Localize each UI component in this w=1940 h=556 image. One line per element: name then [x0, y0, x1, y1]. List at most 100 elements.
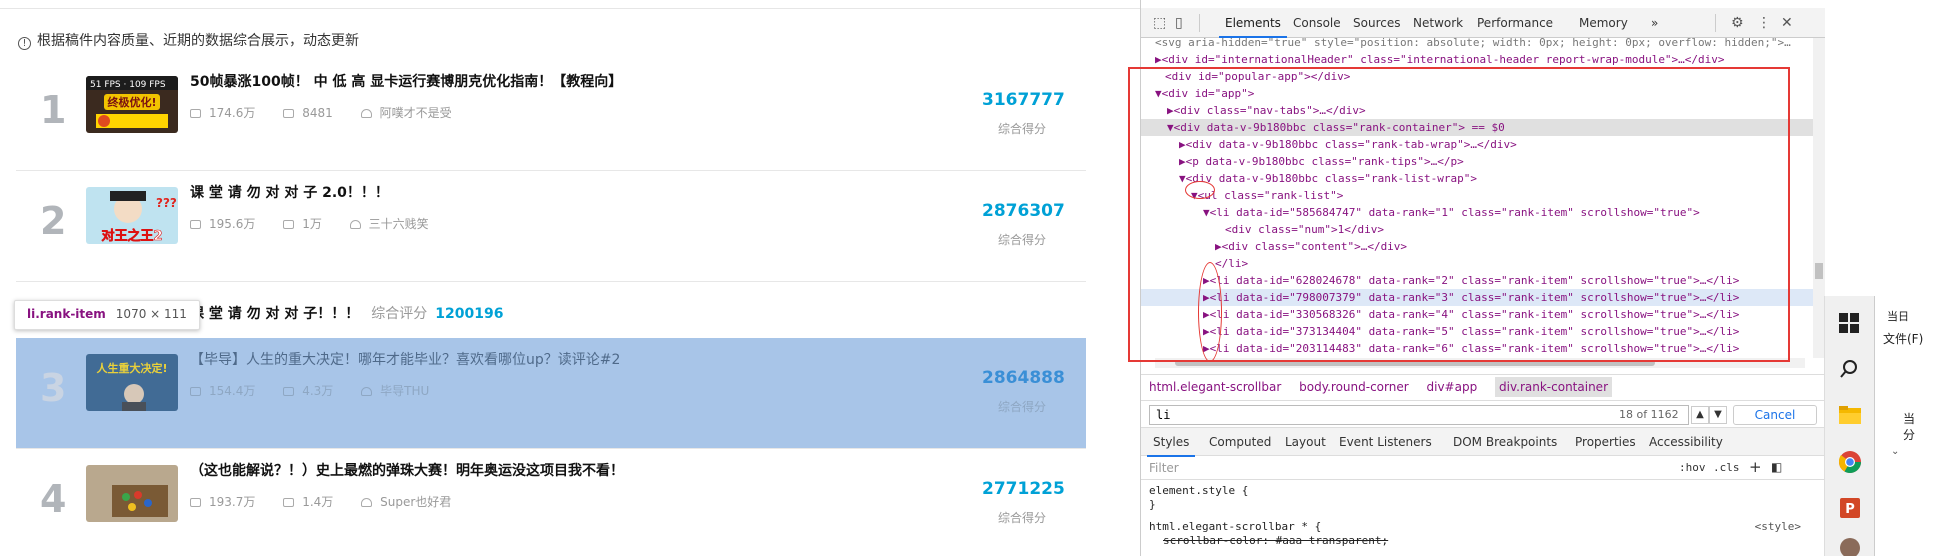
dom-node[interactable]: ▼<ul class="rank-list"> [1141, 187, 1813, 204]
chevron-down-icon[interactable]: ⌄ [1891, 446, 1899, 457]
tab-performance[interactable]: Performance [1477, 16, 1553, 30]
play-count-icon [190, 387, 201, 396]
search-next-button[interactable]: ▼ [1709, 406, 1727, 424]
score-label: 综合得分 [997, 400, 1046, 414]
composite-score: 3167777 [982, 90, 1065, 110]
video-thumbnail[interactable]: 人生重大决定! [86, 354, 178, 411]
styles-filter-bar: Filter :hov .cls + ◧ [1141, 456, 1825, 480]
dom-node[interactable]: ▶<li data-id="373134404" data-rank="5" c… [1141, 323, 1813, 340]
toggle-sidebar-icon[interactable]: ◧ [1771, 460, 1782, 474]
search-prev-button[interactable]: ▲ [1691, 406, 1709, 424]
play-count: 193.7万 [209, 495, 256, 509]
dom-node[interactable]: ▶<li data-id="330568326" data-rank="4" c… [1141, 306, 1813, 323]
rank-item[interactable]: 2 ??? 对王之王2 课 堂 请 勿 对 对 子 2.0！！！ 195.6万 … [16, 171, 1086, 282]
breadcrumb-item-active[interactable]: div.rank-container [1495, 377, 1612, 397]
breadcrumb-item[interactable]: div#app [1427, 380, 1478, 394]
danmaku-icon [283, 109, 295, 118]
element-style-rule[interactable]: element.style { [1149, 484, 1248, 497]
dom-node[interactable]: <div id="popular-app"></div> [1141, 68, 1813, 85]
up-icon [361, 498, 373, 507]
author-name[interactable]: 毕导THU [380, 384, 429, 398]
file-explorer-icon[interactable] [1838, 404, 1862, 428]
dom-node[interactable]: ▶<div class="nav-tabs">…</div> [1141, 102, 1813, 119]
play-count: 174.6万 [209, 106, 256, 120]
close-icon[interactable]: ✕ [1781, 15, 1793, 31]
file-menu[interactable]: 文件(F) [1883, 330, 1923, 347]
composite-score: 2771225 [982, 479, 1065, 499]
floating-title[interactable]: 课 堂 请 勿 对 对 子！！！ [190, 306, 359, 322]
dom-node-selected[interactable]: ▼<div data-v-9b180bbc class="rank-contai… [1141, 119, 1813, 136]
settings-gear-icon[interactable]: ⚙ [1731, 15, 1744, 31]
breadcrumb-item[interactable]: body.round-corner [1299, 380, 1409, 394]
video-title[interactable]: 50帧暴涨100帧！ 中 低 高 显卡运行赛博朋克优化指南！【教程向】 [190, 71, 622, 91]
dom-tree: <svg aria-hidden="true" style="position:… [1141, 38, 1813, 358]
dom-node[interactable]: </li> [1141, 255, 1813, 272]
dom-tree-hscrollbar[interactable] [1155, 358, 1805, 368]
tab-sources[interactable]: Sources [1353, 16, 1400, 30]
author-name[interactable]: Super也好君 [380, 495, 451, 509]
styles-filter-input[interactable]: Filter [1149, 461, 1179, 475]
powerpoint-icon[interactable]: P [1838, 496, 1862, 520]
video-title[interactable]: （这也能解说？！）史上最燃的弹珠大赛！明年奥运没这项目我不看！ [190, 460, 624, 480]
dom-node[interactable]: ▶<li data-id="203114483" data-rank="6" c… [1141, 340, 1813, 357]
subtab-layout[interactable]: Layout [1285, 435, 1326, 449]
subtab-properties[interactable]: Properties [1575, 435, 1636, 449]
windows-taskbar: P [1824, 296, 1874, 556]
author-name[interactable]: 阿噗才不是受 [380, 106, 452, 120]
dom-node[interactable]: ▶<p data-v-9b180bbc class="rank-tips">…<… [1141, 153, 1813, 170]
video-thumbnail[interactable] [86, 465, 178, 522]
video-thumbnail[interactable]: ??? 对王之王2 [86, 187, 178, 244]
subtab-event-listeners[interactable]: Event Listeners [1339, 435, 1432, 449]
floating-rank-row[interactable]: 课 堂 请 勿 对 对 子！！！ 综合评分 1200196 [190, 303, 503, 323]
tab-console[interactable]: Console [1293, 16, 1341, 30]
rank-item-highlighted[interactable]: 3 人生重大决定! 【毕导】人生的重大决定！哪年才能毕业？喜欢看哪位up？读评论… [16, 338, 1086, 449]
dom-node[interactable]: ▶<li data-id="628024678" data-rank="2" c… [1141, 272, 1813, 289]
rank-tips: ! 根据稿件内容质量、近期的数据综合展示，动态更新 [18, 30, 359, 50]
comment-count: 1.4万 [302, 495, 334, 509]
subtab-computed[interactable]: Computed [1209, 435, 1271, 449]
devtools-panel: ⬚ ▯ Elements Console Sources Network Per… [1140, 0, 1825, 556]
dom-node[interactable]: ▶<div id="internationalHeader" class="in… [1141, 51, 1813, 68]
video-title[interactable]: 课 堂 请 勿 对 对 子 2.0！！！ [190, 182, 389, 202]
video-title[interactable]: 【毕导】人生的重大决定！哪年才能毕业？喜欢看哪位up？读评论#2 [190, 349, 620, 369]
tab-memory[interactable]: Memory [1579, 16, 1628, 30]
chrome-icon[interactable] [1838, 450, 1862, 474]
dom-node[interactable]: ▼<li data-id="585684747" data-rank="1" c… [1141, 204, 1813, 221]
css-rule-source[interactable]: <style> [1755, 520, 1801, 533]
hov-toggle[interactable]: :hov [1679, 461, 1706, 474]
rank-item[interactable]: 1 51 FPS · 109 FPS 终极优化! 50帧暴涨100帧！ 中 低 … [16, 60, 1086, 171]
device-toolbar-icon[interactable]: ▯ [1175, 15, 1183, 31]
dom-node-hovered[interactable]: ▶<li data-id="798007379" data-rank="3" c… [1141, 289, 1813, 306]
rank-item[interactable]: 4 （这也能解说？！）史上最燃的弹珠大赛！明年奥运没这项目我不看！ 193.7万… [16, 449, 1086, 556]
dom-search-input[interactable]: li [1149, 405, 1689, 425]
subtab-styles[interactable]: Styles [1146, 435, 1196, 457]
more-options-icon[interactable]: ⋮ [1757, 15, 1771, 31]
app-icon[interactable] [1838, 536, 1862, 556]
subtab-accessibility[interactable]: Accessibility [1649, 435, 1723, 449]
tab-elements[interactable]: Elements [1219, 16, 1287, 38]
more-tabs-button[interactable]: » [1651, 16, 1658, 30]
inspect-element-icon[interactable]: ⬚ [1153, 15, 1166, 31]
css-property-overridden[interactable]: scrollbar-color: #aaa transparent; [1163, 534, 1388, 547]
windows-start-icon[interactable] [1838, 312, 1862, 336]
search-cancel-button[interactable]: Cancel [1733, 405, 1817, 425]
author-name[interactable]: 三十六贱笑 [369, 217, 429, 231]
dom-node[interactable]: ▶<div data-v-9b180bbc class="rank-tab-wr… [1141, 136, 1813, 153]
cls-toggle[interactable]: .cls [1713, 461, 1740, 474]
play-count: 195.6万 [209, 217, 256, 231]
svg-text:51 FPS · 109 FPS: 51 FPS · 109 FPS [90, 80, 166, 90]
dom-node[interactable]: ▶<div class="content">…</div> [1141, 238, 1813, 255]
element-inspect-tooltip: li.rank-item 1070 × 111 [14, 300, 200, 330]
dom-node[interactable]: <svg aria-hidden="true" style="position:… [1141, 38, 1813, 51]
dom-node[interactable]: ▼<div id="app"> [1141, 85, 1813, 102]
tab-network[interactable]: Network [1413, 16, 1463, 30]
video-thumbnail[interactable]: 51 FPS · 109 FPS 终极优化! [86, 76, 178, 133]
breadcrumb-item[interactable]: html.elegant-scrollbar [1149, 380, 1281, 394]
css-rule-selector[interactable]: html.elegant-scrollbar * { [1149, 520, 1321, 533]
new-rule-button[interactable]: + [1749, 458, 1762, 476]
dom-node[interactable]: ▼<div data-v-9b180bbc class="rank-list-w… [1141, 170, 1813, 187]
search-icon[interactable] [1838, 358, 1862, 382]
dom-node[interactable]: <div class="num">1</div> [1141, 221, 1813, 238]
subtab-dom-breakpoints[interactable]: DOM Breakpoints [1453, 435, 1557, 449]
play-count-icon [190, 498, 201, 507]
